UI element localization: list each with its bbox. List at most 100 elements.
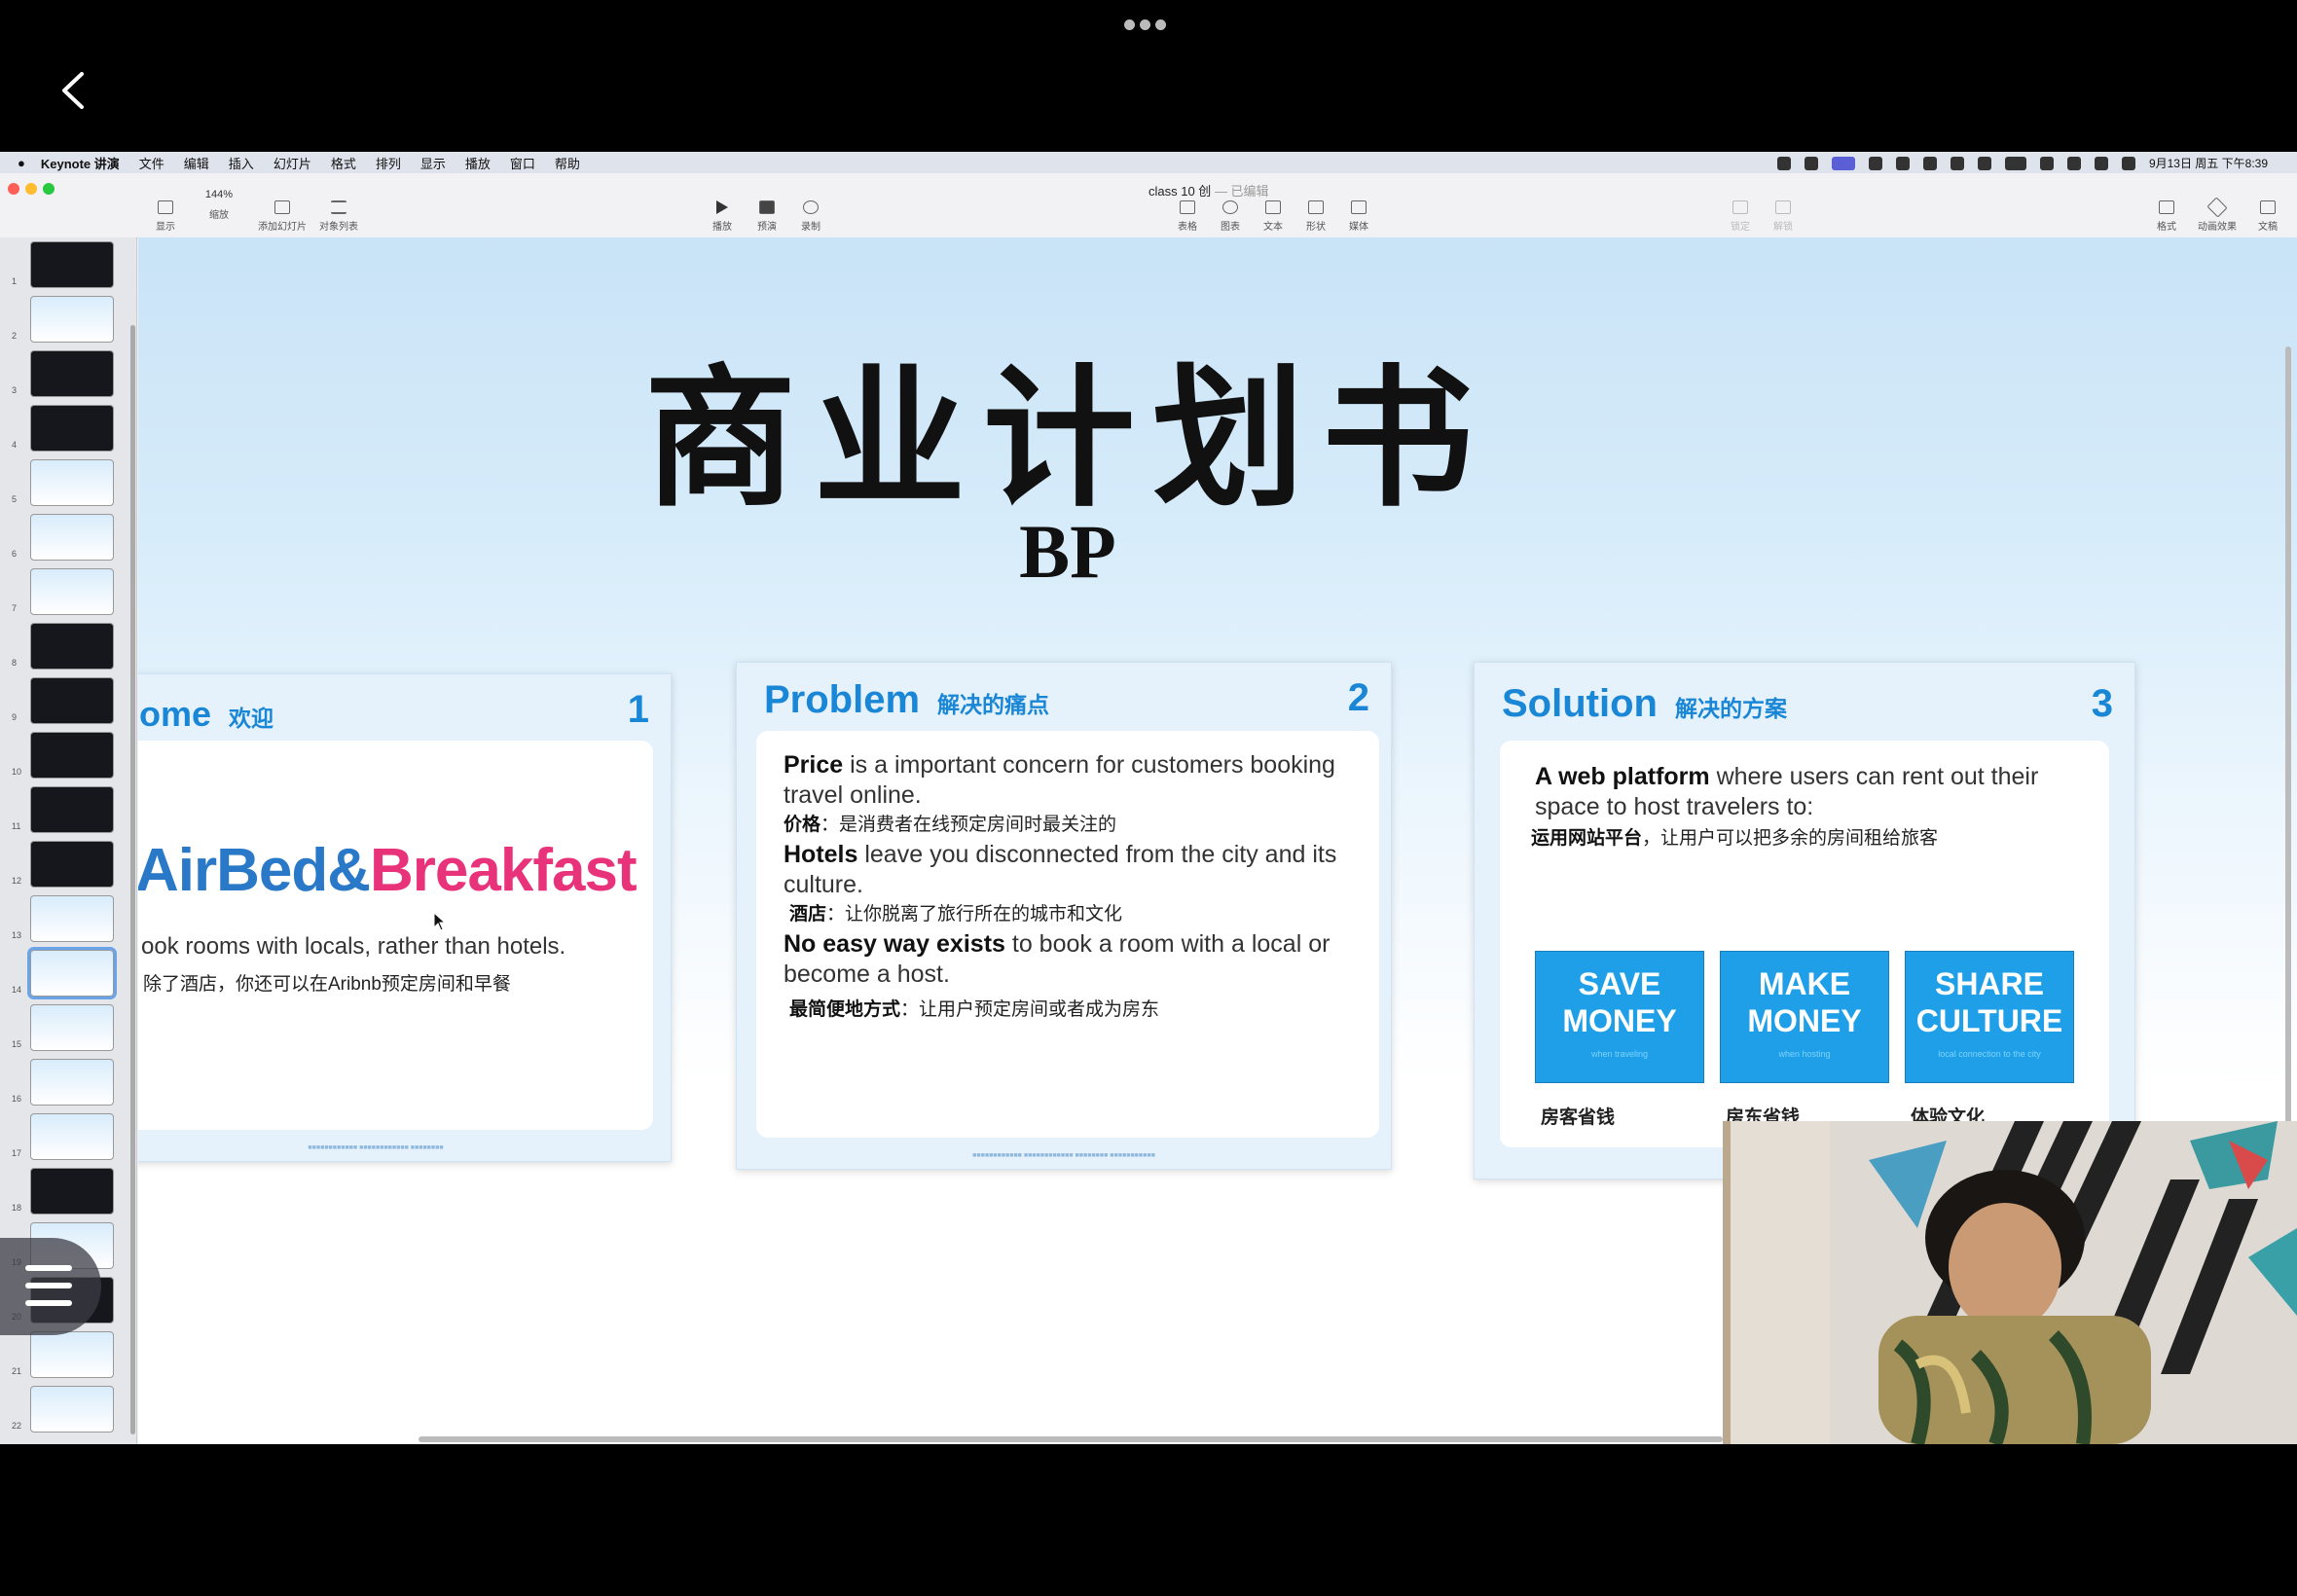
menu-item-play[interactable]: 播放	[465, 154, 491, 172]
navigator-scrollbar[interactable]	[130, 325, 135, 1434]
toolbar-record-button[interactable]: 录制	[782, 200, 840, 233]
problem-hotels-zh: 酒店：让你脱离了旅行所在的城市和文化	[789, 904, 1123, 925]
save-money-label: 房客省钱	[1541, 1107, 1616, 1128]
text-icon	[1265, 200, 1281, 214]
slide-thumbnail[interactable]	[30, 296, 114, 343]
menu-item-window[interactable]: 窗口	[510, 154, 535, 172]
menu-item-format[interactable]: 格式	[331, 154, 356, 172]
outline-list-icon[interactable]	[0, 1238, 101, 1335]
problem-card: Problem 解决的痛点 2 Price is a important conc…	[736, 662, 1392, 1170]
document-title: class 10 创 — 已编辑	[1148, 181, 1269, 200]
cloud-icon[interactable]	[1977, 156, 1991, 170]
slide-thumbnail-number: 17	[12, 1148, 22, 1158]
search-icon[interactable]	[2066, 156, 2081, 170]
toolbar-object-list-button[interactable]: 对象列表	[310, 200, 368, 233]
bell-icon[interactable]	[1895, 156, 1910, 170]
slide-thumbnail-number: 2	[12, 331, 18, 341]
slide-thumbnail[interactable]	[30, 732, 114, 779]
slide-thumbnail-number: 5	[12, 494, 18, 504]
problem-price-zh: 价格：是消费者在线预定房间时最关注的	[784, 815, 1117, 835]
problem-price: Price is a important concern for custome…	[784, 751, 1335, 809]
solution-intro-zh: 运用网站平台，让用户可以把多余的房间租给旅客	[1531, 828, 1939, 849]
slide-thumbnail[interactable]	[30, 1059, 114, 1106]
lock-icon	[1732, 200, 1748, 214]
toolbar-format-button[interactable]: 格式	[2137, 200, 2196, 233]
solution-intro: A web platform where users can rent out …	[1535, 763, 2039, 820]
close-window-button[interactable]	[8, 183, 19, 195]
menu-item-slide[interactable]: 幻灯片	[273, 154, 311, 172]
card-footer: ■■■■■■■■■■■■ ■■■■■■■■■■■■ ■■■■■■■■ ■■■■■…	[972, 1152, 1155, 1159]
slide-subtitle: BP	[1019, 509, 1116, 594]
status-icon-p[interactable]	[1804, 156, 1818, 170]
webcam-scene-image	[1723, 1121, 2297, 1444]
slide-title: 商业计划书	[644, 355, 1491, 525]
screen-share-icon[interactable]	[1831, 156, 1855, 170]
mouse-cursor-icon	[433, 912, 447, 931]
toolbar-media-button[interactable]: 媒体	[1330, 200, 1388, 233]
menu-item-view[interactable]: 显示	[420, 154, 446, 172]
slide-thumbnail[interactable]	[27, 947, 117, 999]
wifi-icon[interactable]	[2039, 156, 2054, 170]
slide-thumbnail[interactable]	[30, 241, 114, 288]
slide-thumbnail[interactable]	[30, 405, 114, 452]
menu-bar: ● Keynote 讲演 文件 编辑 插入 幻灯片 格式 排列 显示 播放 窗口…	[0, 152, 2297, 173]
slide-thumbnail-number: 21	[12, 1366, 22, 1376]
slide-thumbnail-number: 9	[12, 712, 18, 722]
zoom-value: 144%	[204, 189, 234, 200]
list-icon	[331, 200, 346, 214]
slide-thumbnail-number: 22	[12, 1421, 22, 1431]
battery-icon[interactable]	[2004, 156, 2026, 170]
minimize-window-button[interactable]	[25, 183, 37, 195]
slide-thumbnail[interactable]	[30, 841, 114, 888]
document-icon	[2260, 200, 2276, 214]
slide-thumbnail[interactable]	[30, 459, 114, 506]
menu-item-file[interactable]: 文件	[139, 154, 164, 172]
slide-thumbnail[interactable]	[30, 1386, 114, 1433]
menu-item-help[interactable]: 帮助	[555, 154, 580, 172]
slide-thumbnail[interactable]	[30, 895, 114, 942]
slide-thumbnail[interactable]	[30, 1113, 114, 1160]
menubar-clock[interactable]: 9月13日 周五 下午8:39	[2149, 155, 2268, 171]
menu-item-arrange[interactable]: 排列	[376, 154, 401, 172]
more-options-dots-icon[interactable]	[1124, 18, 1173, 30]
problem-hotels: Hotels leave you disconnected from the c…	[784, 841, 1337, 898]
slide-thumbnail[interactable]	[30, 1168, 114, 1215]
shape-icon	[1308, 200, 1324, 214]
toolbar-animate-button[interactable]: 动画效果	[2188, 197, 2246, 233]
card-number: 2	[1347, 676, 1369, 719]
slide-thumbnail[interactable]	[30, 514, 114, 561]
animate-icon	[2206, 197, 2228, 218]
back-chevron-icon[interactable]	[55, 68, 93, 113]
card-heading: Problem 解决的痛点	[764, 678, 1050, 721]
menu-app-name[interactable]: Keynote 讲演	[41, 154, 120, 172]
slide-thumbnail[interactable]	[30, 623, 114, 670]
menu-item-insert[interactable]: 插入	[229, 154, 254, 172]
slide-thumbnail[interactable]	[30, 568, 114, 615]
toolbar-document-button[interactable]: 文稿	[2239, 200, 2297, 233]
phone-icon[interactable]	[1950, 156, 1964, 170]
welcome-card: ome 欢迎 1 AirBed&Breakfast ook rooms with …	[138, 673, 672, 1162]
slide-thumbnail[interactable]	[30, 1004, 114, 1051]
control-center-icon[interactable]	[2094, 156, 2108, 170]
problem-no-easy-way: No easy way exists to book a room with a…	[784, 930, 1331, 988]
siri-icon[interactable]	[2121, 156, 2135, 170]
slide-thumbnail[interactable]	[30, 1331, 114, 1378]
slide-thumbnail[interactable]	[30, 786, 114, 833]
toolbar-zoom-button[interactable]: 144% 缩放	[190, 189, 248, 221]
sidebar-icon	[158, 200, 173, 214]
menu-item-edit[interactable]: 编辑	[184, 154, 209, 172]
play-icon	[716, 200, 728, 214]
zoom-window-button[interactable]	[43, 183, 55, 195]
media-icon	[1351, 200, 1367, 214]
card-number: 1	[627, 688, 649, 731]
slide-thumbnail[interactable]	[30, 350, 114, 397]
status-icon-w[interactable]	[1776, 156, 1791, 170]
slide-thumbnail[interactable]	[30, 677, 114, 724]
grid-status-icon[interactable]	[1922, 156, 1937, 170]
toolbar-add-slide-button[interactable]: 添加幻灯片	[253, 200, 311, 233]
play-status-icon[interactable]	[1868, 156, 1882, 170]
apple-icon[interactable]: ●	[18, 156, 25, 170]
toolbar-view-button[interactable]: 显示	[136, 200, 195, 233]
toolbar-unlock-button[interactable]: 解锁	[1754, 200, 1812, 233]
canvas-horizontal-scrollbar[interactable]	[419, 1436, 1723, 1442]
